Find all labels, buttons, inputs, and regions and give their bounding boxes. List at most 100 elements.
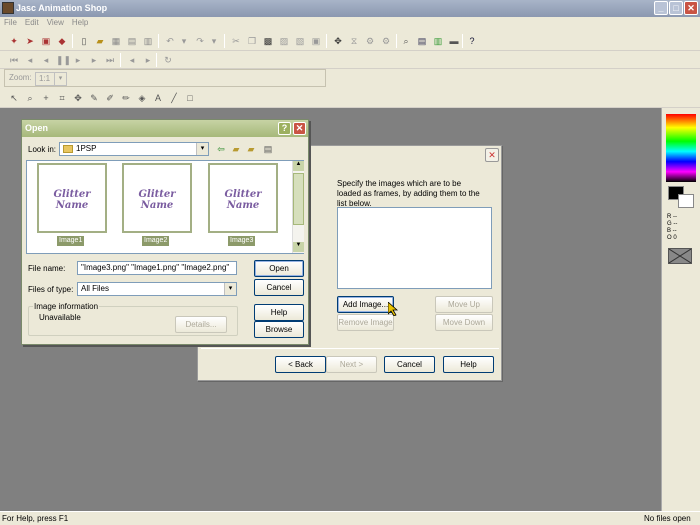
prev-frame-icon[interactable]: ◂ <box>24 54 36 66</box>
print-icon[interactable]: ▥ <box>142 35 154 47</box>
line-tool-icon[interactable]: ╱ <box>168 92 180 104</box>
details-button[interactable]: Details... <box>175 316 227 333</box>
transparency-swatch[interactable] <box>668 248 692 264</box>
standard-toolbar: ✦ ➤ ▣ ◆ ▯ ▰ ▦ ▤ ▥ ↶ ▾ ↷ ▾ ✂ ❐ ▩ ▨ ▧ ▣ ✥ … <box>0 31 700 51</box>
paste-before-icon[interactable]: ▧ <box>294 35 306 47</box>
redo-icon[interactable]: ↷ <box>194 35 206 47</box>
thumbnail-image1[interactable]: Glitter Name <box>37 163 107 233</box>
back-button[interactable]: < Back <box>275 356 326 373</box>
wizard-cancel-button[interactable]: Cancel <box>384 356 435 373</box>
open-cancel-button[interactable]: Cancel <box>254 279 304 296</box>
menu-bar: File Edit View Help <box>0 17 700 30</box>
transitions-icon[interactable]: ⚙ <box>380 35 392 47</box>
crosshair-tool-icon[interactable]: + <box>40 92 52 104</box>
paintbrush-tool-icon[interactable]: ✐ <box>104 92 116 104</box>
maximize-button[interactable]: □ <box>669 1 683 15</box>
thumbnail-image3[interactable]: Glitter Name <box>208 163 278 233</box>
frame-properties-icon[interactable]: ▤ <box>416 35 428 47</box>
save-icon[interactable]: ▦ <box>110 35 122 47</box>
new-file-icon[interactable]: ▯ <box>78 35 90 47</box>
move-up-button[interactable]: Move Up <box>435 296 493 313</box>
redo-dropdown-icon[interactable]: ▾ <box>208 35 220 47</box>
menu-help[interactable]: Help <box>68 17 92 28</box>
paste-after-icon[interactable]: ▣ <box>310 35 322 47</box>
menu-file[interactable]: File <box>0 17 21 28</box>
last-frame-icon[interactable]: ⏭ <box>104 54 116 66</box>
zoom-tool-icon[interactable]: ⌕ <box>24 92 36 104</box>
first-frame-icon[interactable]: ⏮ <box>8 54 20 66</box>
paste-new-icon[interactable]: ▨ <box>278 35 290 47</box>
open-button[interactable]: Open <box>254 260 304 277</box>
banner-wizard-icon[interactable]: ➤ <box>24 35 36 47</box>
rewind-icon[interactable]: ◂ <box>40 54 52 66</box>
new-folder-icon[interactable]: ▰ <box>245 143 257 155</box>
text-tool-icon[interactable]: A <box>152 92 164 104</box>
minimize-button[interactable]: _ <box>654 1 668 15</box>
copy-icon[interactable]: ❐ <box>246 35 258 47</box>
file-list[interactable]: Glitter Name Image1 Glitter Name Image2 … <box>26 160 304 254</box>
scroll-left-icon[interactable]: ◂ <box>126 54 138 66</box>
resize-icon[interactable]: ⧖ <box>348 35 360 47</box>
wizard-help-button[interactable]: Help <box>443 356 494 373</box>
play-icon[interactable]: ▸ <box>72 54 84 66</box>
toolbar-toggle-icon[interactable]: ▬ <box>448 35 460 47</box>
eraser-tool-icon[interactable]: ✏ <box>120 92 132 104</box>
playback-toolbar: ⏮ ◂ ◂ ❚❚ ▸ ▸ ⏭ ◂ ▸ ↻ <box>0 51 700 69</box>
dropper-tool-icon[interactable]: ✎ <box>88 92 100 104</box>
file-list-scrollbar[interactable]: ▲ ▼ <box>292 161 304 253</box>
view-animation-icon[interactable]: ⌕ <box>400 35 412 47</box>
export-icon[interactable]: ◆ <box>56 35 68 47</box>
crop-tool-icon[interactable]: ⌗ <box>56 92 68 104</box>
look-in-select[interactable]: 1PSP ▾ <box>59 142 209 156</box>
next-frame-icon[interactable]: ▸ <box>88 54 100 66</box>
palette-icon[interactable]: ▥ <box>432 35 444 47</box>
scroll-right-icon[interactable]: ▸ <box>142 54 154 66</box>
scroll-up-icon[interactable]: ▲ <box>293 161 304 171</box>
zoom-select[interactable]: 1:1 ▾ <box>35 72 67 86</box>
status-files-text: No files open <box>644 514 691 523</box>
color-spectrum[interactable] <box>666 114 696 182</box>
optimization-icon[interactable]: ▣ <box>40 35 52 47</box>
up-folder-icon[interactable]: ▰ <box>230 143 242 155</box>
undo-icon[interactable]: ↶ <box>164 35 176 47</box>
app-title: Jasc Animation Shop <box>16 3 108 13</box>
context-help-icon[interactable]: ? <box>466 35 478 47</box>
rectangle-tool-icon[interactable]: □ <box>184 92 196 104</box>
fill-tool-icon[interactable]: ◈ <box>136 92 148 104</box>
add-image-button[interactable]: Add Image... <box>337 296 394 313</box>
cut-icon[interactable]: ✂ <box>230 35 242 47</box>
scroll-down-icon[interactable]: ▼ <box>293 242 304 252</box>
pause-icon[interactable]: ❚❚ <box>56 54 71 66</box>
question-icon[interactable]: ? <box>278 122 291 135</box>
files-of-type-label: Files of type: <box>28 285 74 294</box>
close-button[interactable]: ✕ <box>684 1 698 15</box>
background-color-swatch[interactable] <box>678 194 694 208</box>
thumbnail-image2[interactable]: Glitter Name <box>122 163 192 233</box>
undo-dropdown-icon[interactable]: ▾ <box>178 35 190 47</box>
back-arrow-icon[interactable]: ⇦ <box>215 143 227 155</box>
view-menu-icon[interactable]: ▤ <box>262 143 274 155</box>
wizard-close-button[interactable]: ✕ <box>485 148 499 162</box>
scroll-thumb[interactable] <box>293 173 304 225</box>
paste-icon[interactable]: ▩ <box>262 35 274 47</box>
save-all-icon[interactable]: ▤ <box>126 35 138 47</box>
open-folder-icon[interactable]: ▰ <box>94 35 106 47</box>
move-down-button[interactable]: Move Down <box>435 314 493 331</box>
file-caption-image1: Image1 <box>57 236 85 246</box>
open-close-icon[interactable]: ✕ <box>293 122 306 135</box>
effects-icon[interactable]: ⚙ <box>364 35 376 47</box>
refresh-icon[interactable]: ↻ <box>162 54 174 66</box>
remove-image-button[interactable]: Remove Image <box>337 314 394 331</box>
browse-button[interactable]: Browse <box>254 321 304 338</box>
menu-view[interactable]: View <box>43 17 68 28</box>
files-of-type-select[interactable]: All Files ▾ <box>77 282 237 296</box>
frames-list[interactable] <box>337 207 492 289</box>
arrow-tool-icon[interactable]: ↖ <box>8 92 20 104</box>
crop-icon[interactable]: ✥ <box>332 35 344 47</box>
mover-tool-icon[interactable]: ✥ <box>72 92 84 104</box>
open-help-button[interactable]: Help <box>254 304 304 321</box>
animation-wizard-icon[interactable]: ✦ <box>8 35 20 47</box>
next-button[interactable]: Next > <box>326 356 377 373</box>
menu-edit[interactable]: Edit <box>21 17 43 28</box>
file-name-input[interactable]: "Image3.png" "Image1.png" "Image2.png" <box>77 261 237 275</box>
